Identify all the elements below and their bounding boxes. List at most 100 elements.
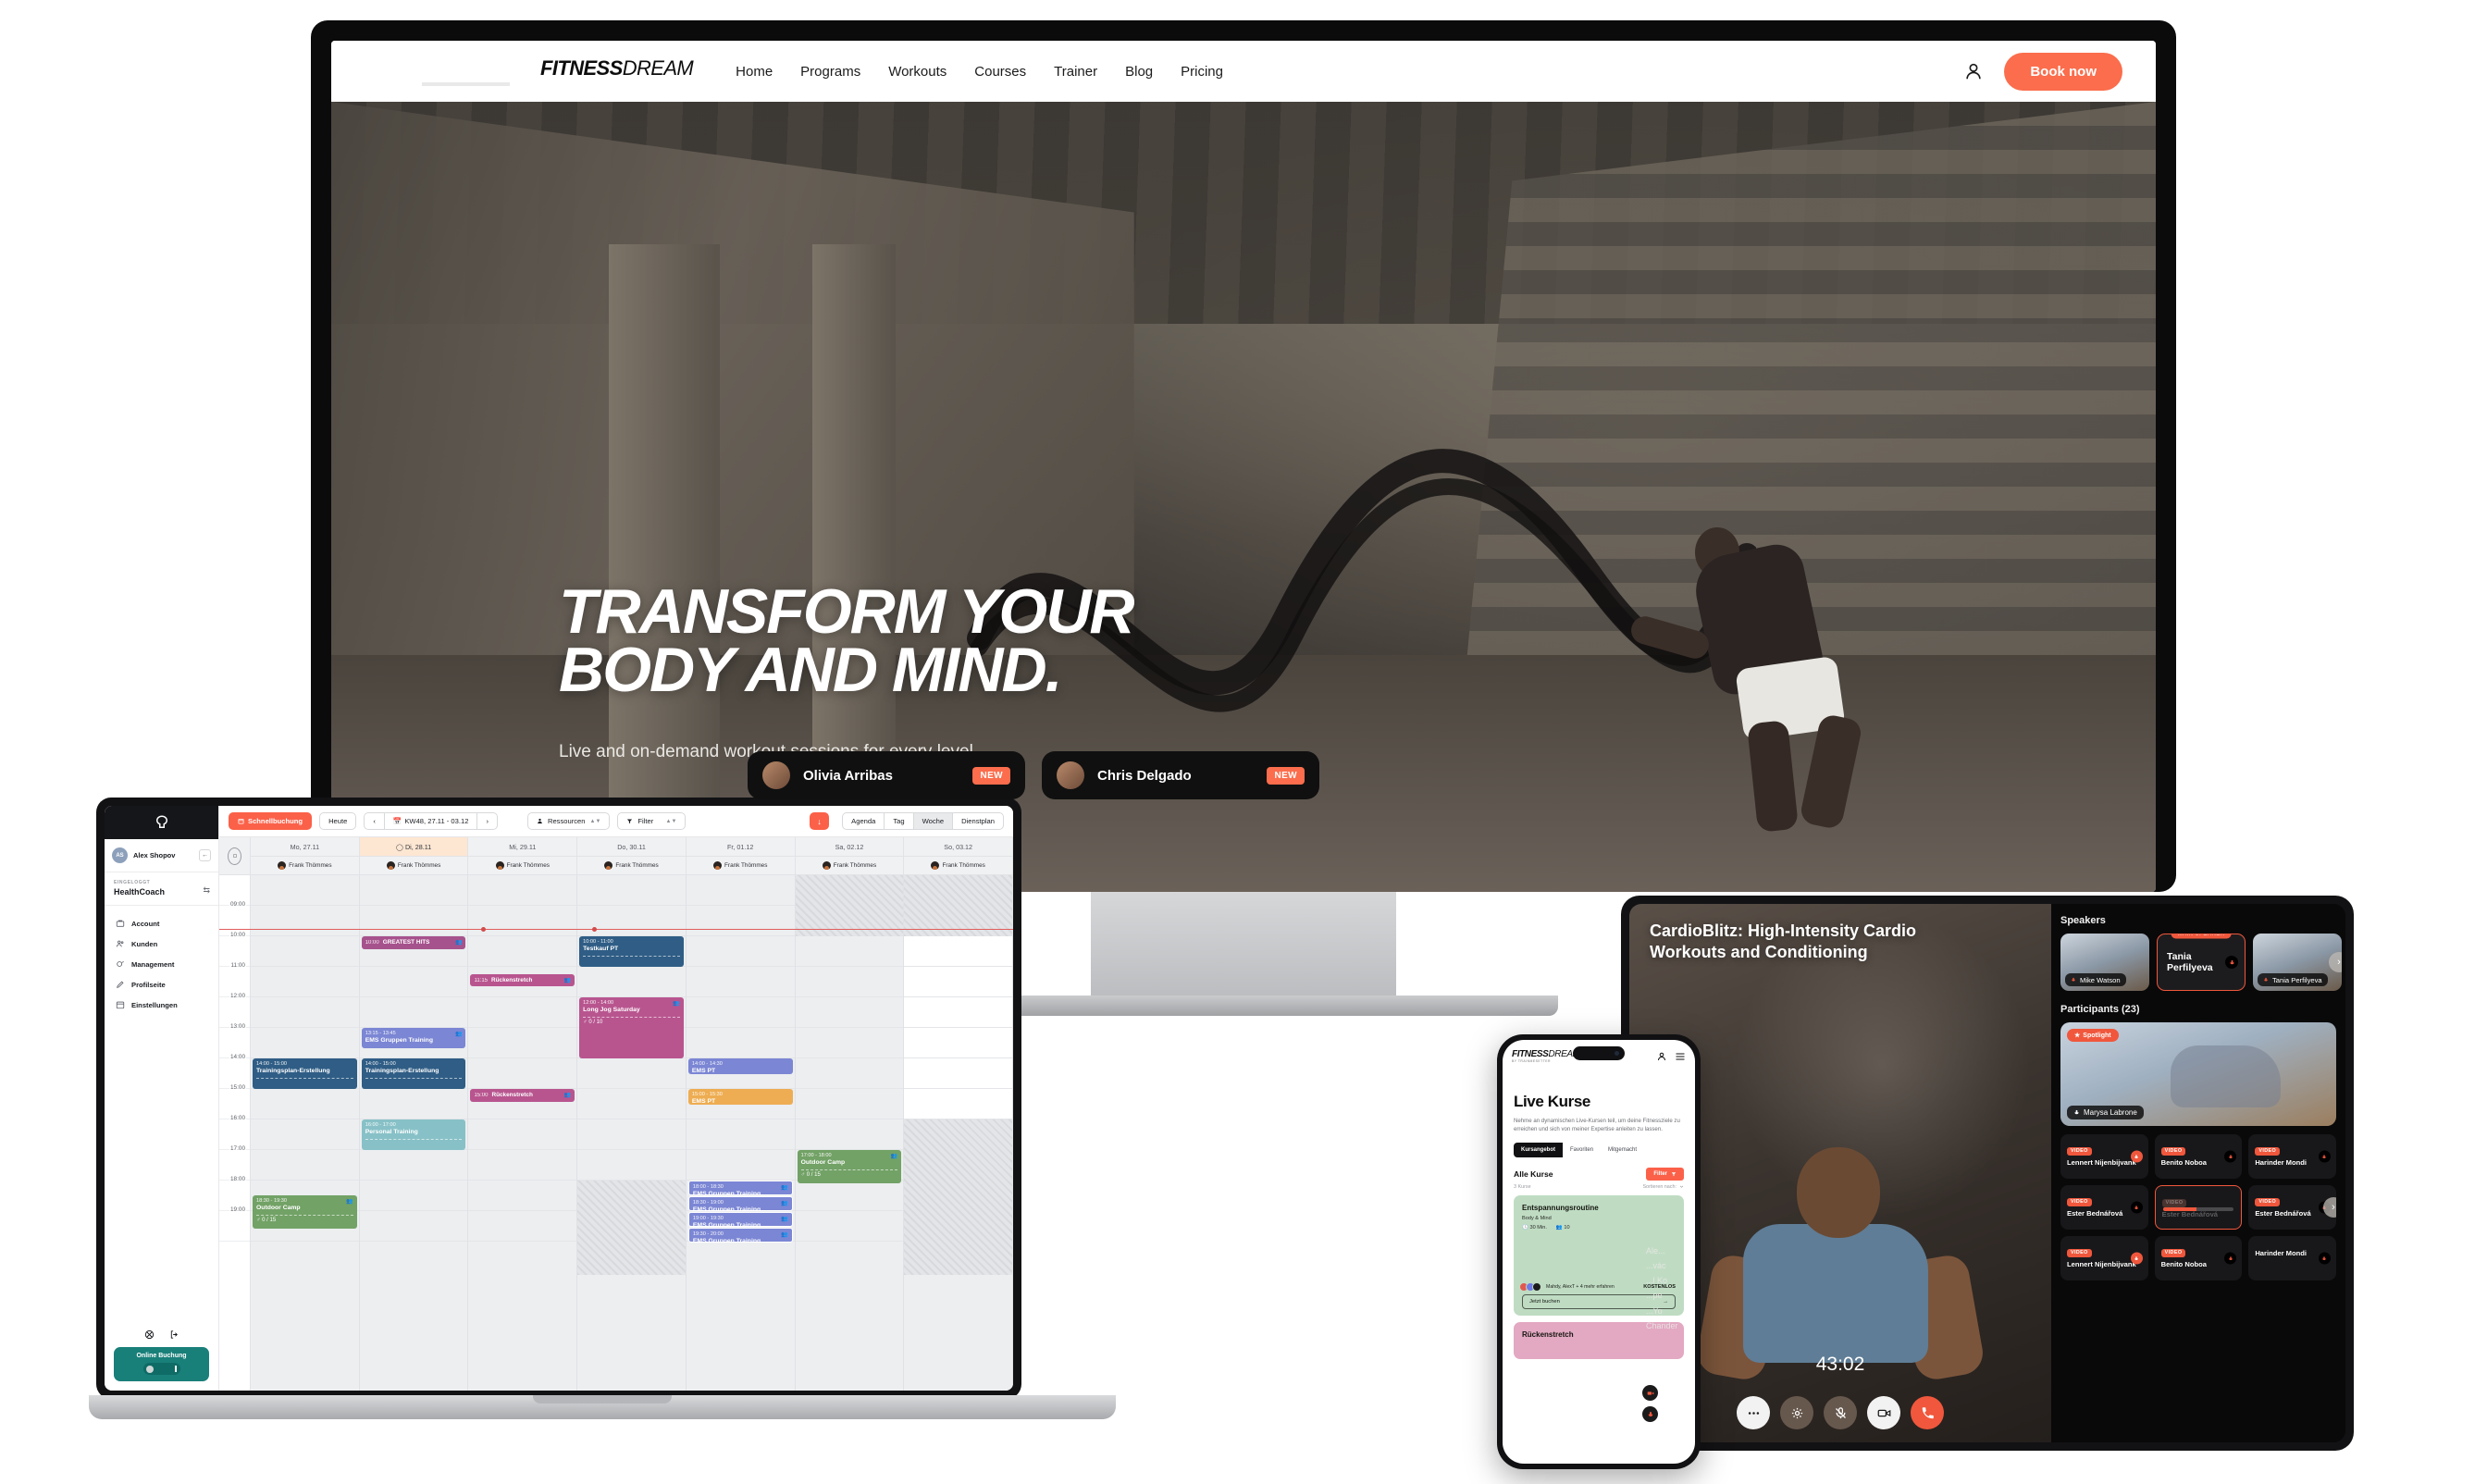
camera-off-icon[interactable]: [1642, 1385, 1658, 1401]
participant-tile[interactable]: VIDEO Lennert Nijenbijvank: [2060, 1134, 2148, 1179]
day-header[interactable]: Fr, 01.12 Frank Thömmes: [686, 837, 796, 874]
resources-select[interactable]: Ressourcen ▲▼: [526, 812, 611, 830]
today-button[interactable]: Heute: [319, 812, 357, 830]
calendar-event[interactable]: 10:00 - 11:00 Testkauf PT: [579, 936, 684, 967]
day-column[interactable]: 👥 17:00 - 18:00 Outdoor Camp ♂ 0 / 15: [795, 875, 905, 1391]
participant-tile[interactable]: VIDEO Benito Noboa: [2154, 1134, 2243, 1179]
tab-favoriten[interactable]: Favoriten: [1563, 1143, 1601, 1157]
calendar-event[interactable]: 👥 18:30 - 19:30 Outdoor Camp ♂ 0 / 15: [253, 1195, 357, 1229]
participant-tile[interactable]: Harinder Mondi: [2248, 1236, 2336, 1280]
participant-tile[interactable]: VIDEO Ester Bednářová ›: [2248, 1185, 2336, 1230]
volume-slider[interactable]: [2162, 1207, 2234, 1211]
hamburger-menu-icon[interactable]: [1675, 1051, 1686, 1062]
help-icon[interactable]: [144, 1329, 155, 1340]
day-column-today[interactable]: 10:00 GREATEST HITS 👥 👥 13:15 - 13:45 EM…: [359, 875, 469, 1391]
mic-off-icon[interactable]: [1642, 1406, 1658, 1422]
filter-select[interactable]: Filter ▲▼: [617, 812, 687, 830]
app-logo-icon[interactable]: [154, 814, 170, 831]
calendar-event[interactable]: 11:15 Rückenstretch 👥: [470, 974, 575, 986]
calendar-grid[interactable]: 08:00 09:00 10:00 11:00 12:00 13:00 14:0…: [219, 875, 1013, 1391]
day-column[interactable]: 14:00 - 14:30 EMS PT 15:00 - 15:30 EMS P…: [686, 875, 796, 1391]
sidebar-item-kunden[interactable]: Kunden: [105, 934, 218, 954]
day-column[interactable]: [904, 875, 1013, 1391]
sidebar-item-management[interactable]: Management: [105, 954, 218, 974]
more-options-button[interactable]: [1737, 1396, 1770, 1429]
filter-button[interactable]: Filter: [1646, 1167, 1684, 1181]
sidebar-item-account[interactable]: Account: [105, 913, 218, 934]
calendar-event[interactable]: 14:00 - 15:00 Trainingsplan-Erstellung: [253, 1058, 357, 1089]
trainer-card[interactable]: Olivia Arribas NEW: [748, 751, 1025, 799]
nav-item-trainer[interactable]: Trainer: [1054, 64, 1097, 80]
participant-tile-selected[interactable]: VIDEO Ester Bednářová: [2154, 1185, 2243, 1230]
mic-toggle-button[interactable]: [1824, 1396, 1857, 1429]
day-column[interactable]: 11:15 Rückenstretch 👥 15:00 Rückenstretc…: [468, 875, 578, 1391]
participant-tile[interactable]: VIDEO Harinder Mondi: [2248, 1134, 2336, 1179]
tab-kursangebot[interactable]: Kursangebot: [1514, 1142, 1564, 1157]
calendar-event[interactable]: 14:00 - 15:00 Trainingsplan-Erstellung: [361, 1058, 466, 1089]
book-now-button[interactable]: Book now: [2004, 52, 2122, 91]
speaker-name-chip: Tania Perfilyeva: [2258, 973, 2328, 986]
calendar-event[interactable]: 16:00 - 17:00 Personal Training: [361, 1119, 466, 1150]
calendar-event[interactable]: 👥 13:15 - 13:45 EMS Gruppen Training: [361, 1028, 466, 1048]
day-header[interactable]: Sa, 02.12 Frank Thömmes: [795, 837, 905, 874]
download-button[interactable]: ↓: [810, 812, 830, 830]
participant-tile[interactable]: VIDEO Ester Bednářová: [2060, 1185, 2148, 1230]
tab-mitgemacht[interactable]: Mitgemacht: [1601, 1143, 1644, 1157]
user-icon[interactable]: [1963, 61, 1984, 81]
switch-org-icon[interactable]: ⇆: [203, 885, 210, 896]
nav-item-pricing[interactable]: Pricing: [1181, 64, 1223, 80]
collapse-sidebar-button[interactable]: ←: [199, 849, 211, 861]
calendar-event[interactable]: 👥 19:30 - 20:00 EMS Gruppen Training: [687, 1228, 793, 1243]
day-header[interactable]: Do, 30.11 Frank Thömmes: [577, 837, 687, 874]
settings-button[interactable]: [1780, 1396, 1813, 1429]
main-speaker-tile[interactable]: MAIN SPEAKER Tania Perfilyeva: [2157, 934, 2246, 991]
calendar-event[interactable]: 15:00 - 15:30 EMS PT: [687, 1089, 793, 1105]
view-agenda-button[interactable]: Agenda: [842, 812, 885, 830]
calendar-event[interactable]: 👥 17:00 - 18:00 Outdoor Camp ♂ 0 / 15: [797, 1150, 902, 1183]
spotlight-participant-tile[interactable]: ★ Spotlight Marysa Labrone: [2060, 1022, 2336, 1126]
logout-icon[interactable]: [169, 1329, 179, 1340]
nav-item-home[interactable]: Home: [736, 64, 773, 80]
calendar-event[interactable]: 👥 18:00 - 18:30 EMS Gruppen Training: [687, 1181, 793, 1195]
nav-item-blog[interactable]: Blog: [1125, 64, 1153, 80]
online-booking-toggle[interactable]: Online Buchung: [114, 1347, 209, 1381]
site-logo[interactable]: FITNESSDREAM: [365, 56, 694, 86]
app-user-row[interactable]: AS Alex Shopov ←: [105, 839, 218, 872]
date-range-label[interactable]: 📅 KW48, 27.11 - 03.12: [383, 812, 477, 830]
calendar-event[interactable]: 10:00 GREATEST HITS 👥: [361, 936, 466, 949]
user-icon[interactable]: [1656, 1051, 1667, 1062]
calendar-event[interactable]: 👥 19:00 - 19:30 EMS Gruppen Training: [687, 1212, 793, 1227]
calendar-event[interactable]: 15:00 Rückenstretch 👥: [470, 1089, 575, 1102]
toggle-switch[interactable]: [142, 1363, 180, 1375]
trainer-card[interactable]: Chris Delgado NEW: [1042, 751, 1319, 799]
nav-item-workouts[interactable]: Workouts: [888, 64, 947, 80]
next-week-button[interactable]: ›: [476, 812, 498, 830]
speaker-tile[interactable]: Mike Watson: [2060, 934, 2149, 991]
day-column[interactable]: 10:00 - 11:00 Testkauf PT 👥 12:00 - 14:0…: [577, 875, 687, 1391]
quick-booking-button[interactable]: Schnellbuchung: [229, 812, 313, 830]
view-dienstplan-button[interactable]: Dienstplan: [952, 812, 1004, 830]
calendar-event[interactable]: 👥 18:30 - 19:00 EMS Gruppen Training: [687, 1196, 793, 1211]
nav-item-programs[interactable]: Programs: [800, 64, 860, 80]
prev-week-button[interactable]: ‹: [364, 812, 384, 830]
day-header[interactable]: Mi, 29.11 Frank Thömmes: [468, 837, 578, 874]
participant-tile[interactable]: VIDEO Benito Noboa: [2154, 1236, 2243, 1280]
end-call-button[interactable]: [1911, 1396, 1944, 1429]
speaker-tile[interactable]: Tania Perfilyeva ›: [2253, 934, 2342, 991]
speakers-next-button[interactable]: ›: [2329, 952, 2342, 972]
calendar-event[interactable]: 14:00 - 14:30 EMS PT: [687, 1058, 793, 1074]
sort-control[interactable]: Sortieren nach:: [1642, 1184, 1684, 1190]
view-woche-button[interactable]: Woche: [912, 812, 953, 830]
view-tag-button[interactable]: Tag: [884, 812, 913, 830]
sidebar-item-profilseite[interactable]: Profilseite: [105, 974, 218, 995]
calendar-event[interactable]: 👥 12:00 - 14:00 Long Jog Saturday ♂ 0 / …: [579, 997, 684, 1058]
camera-toggle-button[interactable]: [1867, 1396, 1900, 1429]
day-header-today[interactable]: ◯ Di, 28.11 Frank Thömmes: [359, 837, 469, 874]
participant-tile[interactable]: VIDEO Lennert Nijenbijvank: [2060, 1236, 2148, 1280]
sidebar-item-einstellungen[interactable]: Einstellungen: [105, 995, 218, 1015]
day-header[interactable]: Mo, 27.11 Frank Thömmes: [251, 837, 360, 874]
day-header[interactable]: So, 03.12 Frank Thömmes: [904, 837, 1013, 874]
nav-item-courses[interactable]: Courses: [974, 64, 1026, 80]
mobile-logo[interactable]: FITNESSDREAM BY TRAINMESETTER: [1512, 1049, 1580, 1063]
day-column[interactable]: 14:00 - 15:00 Trainingsplan-Erstellung 👥…: [251, 875, 360, 1391]
